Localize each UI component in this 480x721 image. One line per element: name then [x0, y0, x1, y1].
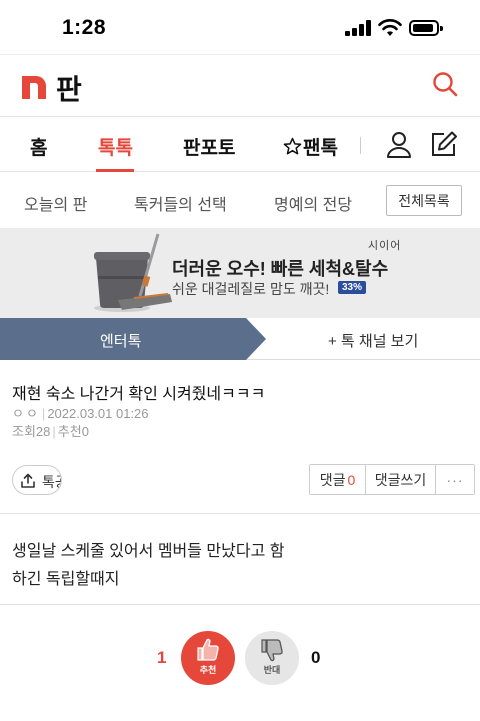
app-header: 판: [0, 54, 480, 116]
wifi-icon: [378, 19, 402, 36]
banner-title: 더러운 오수! 빠른 세척&탈수: [172, 259, 389, 279]
views-label: 조회: [12, 424, 36, 439]
vote-down-button[interactable]: 반대: [245, 631, 299, 685]
write-comment-button[interactable]: 댓글쓰기: [366, 465, 436, 494]
battery-icon: [409, 20, 443, 36]
recommend-label: 추천: [57, 424, 82, 439]
sub-nav-talker-choice[interactable]: 톡커들의 선택: [134, 191, 227, 215]
vote-down-label: 반대: [263, 665, 281, 675]
post-stats: 조회28 | 추천0: [12, 421, 89, 440]
post-body-line: 하긴 독립할때지: [12, 571, 120, 588]
thumbs-down-icon: [261, 639, 283, 662]
vote-up-label: 추천: [199, 665, 217, 675]
app-title: 판: [56, 74, 82, 105]
thumbs-up-icon: [197, 638, 219, 661]
banner-subtitle: 쉬운 대걸레질로 맘도 깨끗!: [172, 281, 330, 297]
nav-item-home[interactable]: 홈: [30, 133, 47, 160]
signal-icon: [345, 20, 373, 36]
status-bar: 1:28: [0, 0, 480, 54]
sub-nav-hall-of-fame[interactable]: 명예의 전당: [274, 191, 352, 215]
nav-item-panphoto-label: 판포토: [183, 138, 236, 159]
more-options-button[interactable]: ···: [436, 465, 474, 494]
views-count: 28: [35, 424, 51, 439]
vote-down-count: 0: [311, 648, 321, 667]
banner-brand: 시이어: [368, 240, 402, 252]
meta-separator: |: [41, 406, 46, 421]
nav-divider: [360, 137, 361, 154]
logo-n-icon[interactable]: [22, 73, 46, 99]
post-meta: ㅇㅇ | 2022.03.01 01:26: [12, 403, 149, 422]
post-date: 2022.03.01 01:26: [47, 406, 149, 421]
nav-item-fantok[interactable]: 팬톡: [283, 133, 338, 160]
post-body-line: 생일날 스케줄 있어서 멤버들 만났다고 함: [12, 543, 285, 560]
nav-item-panphoto[interactable]: 판포토: [183, 133, 235, 160]
edit-icon[interactable]: [430, 130, 458, 158]
sub-nav: 오늘의 판 톡커들의 선택 명예의 전당 전체목록: [0, 172, 480, 228]
section-divider: [0, 513, 480, 514]
nav-item-fantok-label: 팬톡: [303, 138, 338, 159]
sub-nav-today[interactable]: 오늘의 판: [24, 191, 87, 215]
channel-more-link[interactable]: + 톡 채널 보기: [328, 330, 418, 351]
comments-count: 0: [347, 471, 356, 488]
channel-tab-current[interactable]: 엔터톡: [0, 318, 266, 360]
ad-banner[interactable]: 시이어 더러운 오수! 빠른 세척&탈수 쉬운 대걸레질로 맘도 깨끗! 33%: [0, 228, 480, 318]
share-button[interactable]: 톡공유: [12, 465, 62, 495]
banner-badge: 33%: [338, 281, 367, 294]
vote-up-count: 1: [157, 648, 167, 667]
nav-item-toktok[interactable]: 톡톡: [98, 133, 133, 160]
channel-bar: 엔터톡 + 톡 채널 보기: [0, 318, 480, 360]
share-icon: [21, 473, 35, 488]
all-list-button[interactable]: 전체목록: [386, 185, 462, 216]
recommend-count: 0: [81, 424, 89, 439]
user-icon[interactable]: [386, 131, 412, 159]
post-author[interactable]: ㅇㅇ: [12, 406, 40, 421]
comment-actions: 댓글 0 댓글쓰기 ···: [309, 464, 475, 495]
section-divider: [0, 604, 480, 605]
comments-button[interactable]: 댓글 0: [310, 465, 366, 494]
channel-tab-label: 엔터톡: [100, 333, 142, 350]
vote-up-button[interactable]: 추천: [181, 631, 235, 685]
comments-label: 댓글: [319, 471, 346, 488]
share-label: 톡공유: [42, 474, 61, 490]
star-icon: [283, 137, 302, 155]
status-time: 1:28: [62, 16, 107, 39]
stats-separator: |: [52, 424, 56, 439]
search-icon[interactable]: [430, 69, 462, 101]
post-title: 재현 숙소 나간거 확인 시켜줬네ㅋㅋㅋ: [12, 386, 266, 403]
